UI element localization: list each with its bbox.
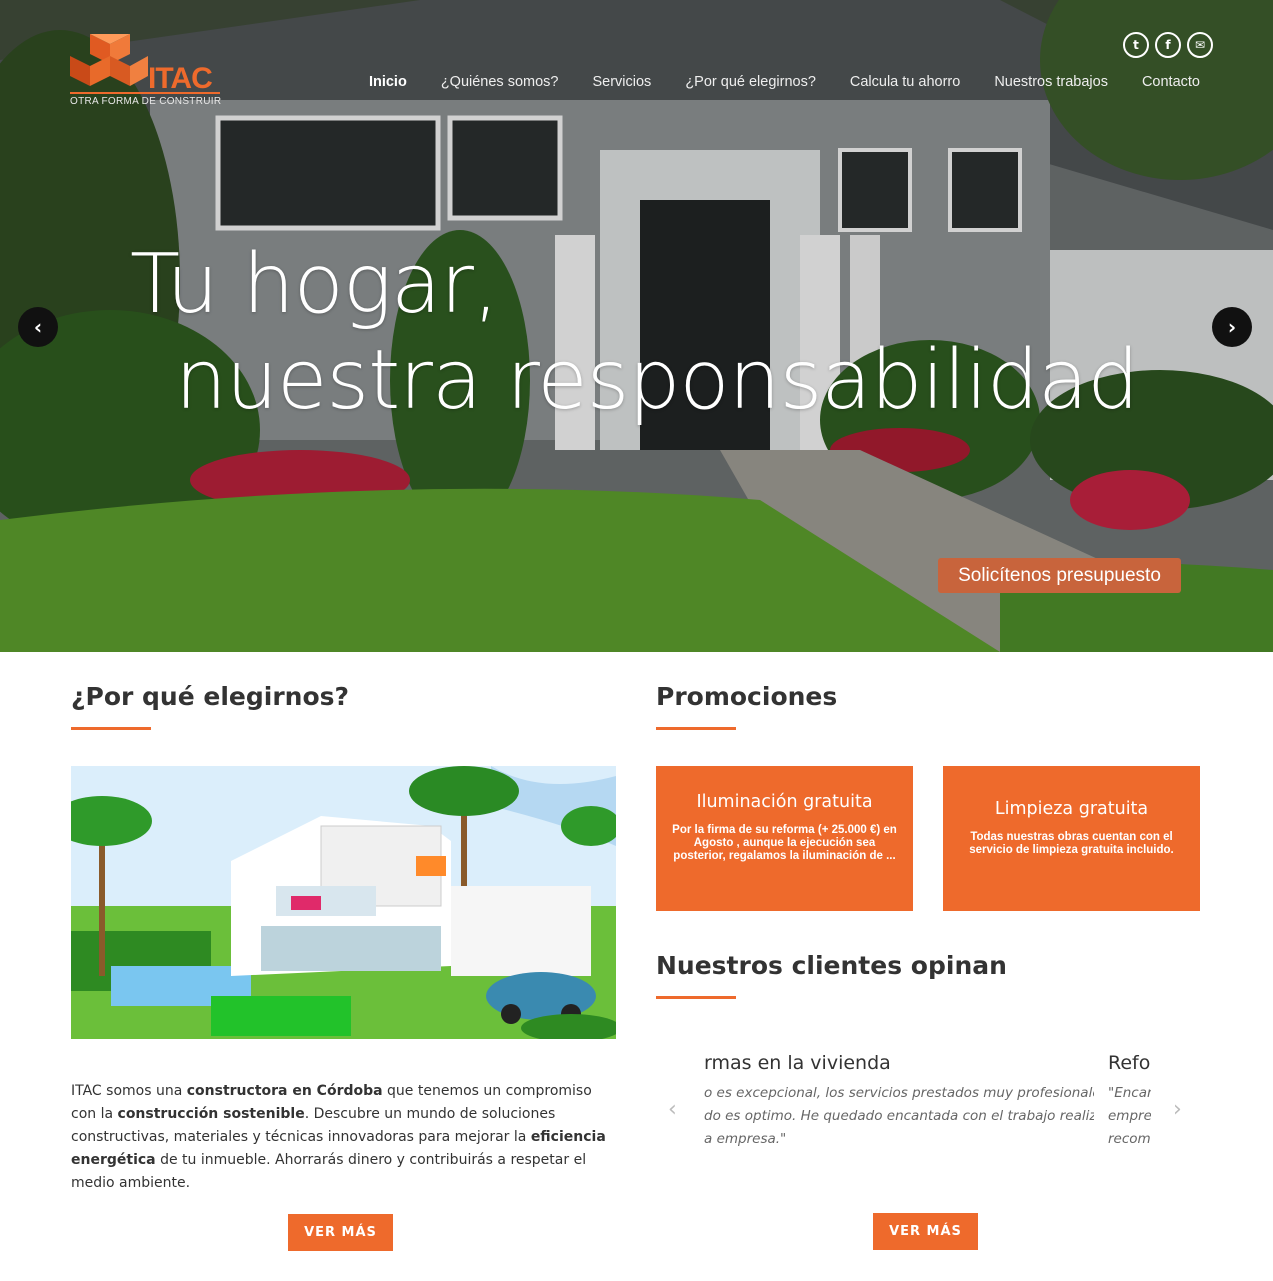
promo-description: Todas nuestras obras cuentan con el serv… xyxy=(969,831,1174,856)
sustainable-house-illustration xyxy=(71,766,616,1039)
testimonial-quote: o es excepcional, los servicios prestado… xyxy=(704,1082,1094,1151)
nav-item-quienes-somos[interactable]: ¿Quiénes somos? xyxy=(424,74,576,90)
email-icon[interactable]: ✉ xyxy=(1187,32,1213,58)
testimonials-underline xyxy=(656,996,736,999)
testimonial-slide: rmas en la vivienda o es excepcional, lo… xyxy=(704,1052,1094,1151)
testimonial-quote-line: a empresa." xyxy=(704,1131,787,1147)
testimonials-more-button[interactable]: VER MÁS xyxy=(873,1213,978,1250)
testimonial-title: rmas en la vivienda xyxy=(704,1052,891,1074)
why-us-more-button[interactable]: VER MÁS xyxy=(288,1214,393,1251)
company-intro-text: ITAC somos una constructora en Córdoba q… xyxy=(71,1080,616,1195)
facebook-icon[interactable]: f xyxy=(1155,32,1181,58)
slider-prev-button[interactable]: ‹ xyxy=(18,307,58,347)
hero-slider: ITAC OTRA FORMA DE CONSTRUIR t f ✉ Inici… xyxy=(0,0,1273,652)
house-render-image xyxy=(71,766,616,1039)
nav-item-calcula-tu-ahorro[interactable]: Calcula tu ahorro xyxy=(833,74,977,90)
brand-name: ITAC xyxy=(148,62,213,95)
brand-tagline: OTRA FORMA DE CONSTRUIR xyxy=(70,96,222,107)
promo-description: Por la firma de su reforma (+ 25.000 €) … xyxy=(672,824,897,862)
testimonial-quote-line: empres xyxy=(1108,1108,1151,1124)
intro-highlight: construcción sostenible xyxy=(117,1106,305,1122)
promo-card-cleaning[interactable]: Limpieza gratuita Todas nuestras obras c… xyxy=(943,766,1200,911)
chevron-right-icon: › xyxy=(1227,315,1237,339)
why-us-title: ¿Por qué elegirnos? xyxy=(71,682,350,711)
hero-headline-line1: Tu hogar, xyxy=(130,237,499,332)
testimonial-quote: "Encan empres recomi xyxy=(1108,1082,1151,1151)
testimonial-quote-line: do es optimo. He quedado encantada con e… xyxy=(704,1108,1094,1124)
hero-headline-line2: nuestra responsabilidad xyxy=(175,333,1139,428)
itac-logo-icon xyxy=(70,34,148,86)
testimonial-quote-line: "Encan xyxy=(1108,1085,1151,1101)
testimonial-title: Refo xyxy=(1108,1052,1151,1074)
testimonial-quote-line: recomi xyxy=(1108,1131,1151,1147)
slider-next-button[interactable]: › xyxy=(1212,307,1252,347)
promo-title: Iluminación gratuita xyxy=(696,792,873,812)
intro-highlight: constructora en Córdoba xyxy=(186,1083,383,1099)
promotions-underline xyxy=(656,727,736,730)
intro-segment: ITAC somos una xyxy=(71,1083,187,1099)
promotions-title: Promociones xyxy=(656,682,838,711)
testimonials-carousel: rmas en la vivienda o es excepcional, lo… xyxy=(666,1052,1196,1162)
nav-item-por-que-elegirnos[interactable]: ¿Por qué elegirnos? xyxy=(668,74,833,90)
main-nav: Inicio ¿Quiénes somos? Servicios ¿Por qu… xyxy=(352,74,1200,90)
nav-item-servicios[interactable]: Servicios xyxy=(575,74,668,90)
promo-card-lighting[interactable]: Iluminación gratuita Por la firma de su … xyxy=(656,766,913,911)
testimonial-quote-line: o es excepcional, los servicios prestado… xyxy=(704,1085,1094,1101)
logo-divider xyxy=(70,92,220,94)
testimonials-title: Nuestros clientes opinan xyxy=(656,951,1007,980)
nav-item-contacto[interactable]: Contacto xyxy=(1125,74,1200,90)
chevron-right-icon: › xyxy=(1173,1097,1182,1122)
testimonial-next-button[interactable]: › xyxy=(1173,1097,1182,1122)
request-quote-button[interactable]: Solicítenos presupuesto xyxy=(938,558,1181,593)
twitter-icon[interactable]: t xyxy=(1123,32,1149,58)
testimonial-slide: Refo "Encan empres recomi xyxy=(1108,1052,1151,1151)
promo-title: Limpieza gratuita xyxy=(994,799,1149,819)
why-us-underline xyxy=(71,727,151,730)
site-logo[interactable]: ITAC OTRA FORMA DE CONSTRUIR xyxy=(70,34,230,114)
nav-item-nuestros-trabajos[interactable]: Nuestros trabajos xyxy=(977,74,1125,90)
nav-item-inicio[interactable]: Inicio xyxy=(352,74,424,90)
chevron-left-icon: ‹ xyxy=(33,315,43,339)
social-links: t f ✉ xyxy=(1123,32,1213,58)
